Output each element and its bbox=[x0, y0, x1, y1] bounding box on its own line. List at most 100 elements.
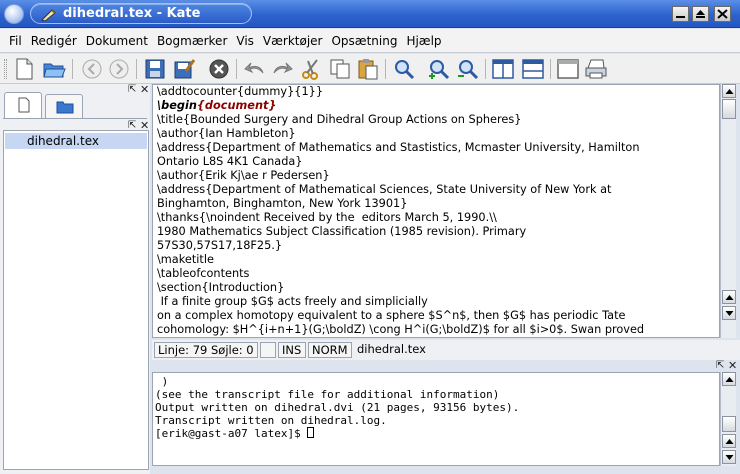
arrow-down-icon bbox=[725, 455, 734, 460]
back-arrow-icon[interactable] bbox=[80, 57, 104, 81]
window-title: dihedral.tex - Kate bbox=[63, 6, 201, 21]
open-folder-icon[interactable] bbox=[42, 57, 66, 81]
print-icon[interactable] bbox=[584, 57, 608, 81]
title-bar[interactable]: dihedral.tex - Kate bbox=[0, 0, 740, 28]
code-line: \section{Introduction} bbox=[157, 281, 285, 294]
menu-fil[interactable]: Fil bbox=[9, 34, 22, 48]
insert-mode[interactable]: INS bbox=[278, 342, 306, 358]
close-document-icon[interactable] bbox=[207, 57, 231, 81]
terminal-undock-icon[interactable]: ⇱ bbox=[716, 360, 724, 371]
toolbar-separator bbox=[385, 59, 386, 79]
menu-opsaetning[interactable]: Opsætning bbox=[331, 34, 397, 48]
edit-mode[interactable]: NORM bbox=[308, 342, 352, 358]
arrow-up-icon bbox=[725, 377, 734, 382]
code-line: \title{Bounded Surgery and Dihedral Grou… bbox=[157, 113, 522, 126]
status-filename: dihedral.tex bbox=[357, 342, 426, 356]
tab-documents[interactable] bbox=[4, 92, 42, 118]
code-line-begin: \begin{document} bbox=[157, 99, 276, 113]
code-line: \maketitle bbox=[157, 253, 214, 266]
scroll-down-button[interactable] bbox=[722, 450, 736, 464]
arrow-down-icon bbox=[725, 311, 734, 316]
window-icon[interactable] bbox=[556, 57, 580, 81]
menu-vaerktojer[interactable]: Værktøjer bbox=[263, 34, 323, 48]
menu-vis[interactable]: Vis bbox=[236, 34, 254, 48]
begin-keyword: \begin bbox=[157, 99, 197, 112]
toolbar-grip[interactable] bbox=[4, 59, 7, 79]
toolbar-separator bbox=[72, 59, 73, 79]
arrow-up-icon bbox=[725, 439, 734, 444]
redo-icon[interactable] bbox=[270, 57, 294, 81]
scroll-thumb[interactable] bbox=[722, 416, 736, 432]
forward-arrow-icon[interactable] bbox=[107, 57, 131, 81]
cursor-position: Linje: 79 Søjle: 0 bbox=[154, 342, 258, 358]
window-menu-button[interactable] bbox=[4, 4, 24, 24]
editor-scrollbar[interactable] bbox=[720, 84, 736, 338]
terminal-line: ) bbox=[155, 375, 169, 388]
sidebar-undock-icon[interactable]: ⇱ bbox=[128, 84, 136, 95]
toolbar-separator bbox=[550, 59, 551, 79]
terminal-prompt-line: [erik@gast-a07 latex]$ bbox=[155, 427, 315, 441]
main-toolbar bbox=[0, 54, 740, 84]
close-button[interactable] bbox=[714, 6, 731, 22]
maximize-button[interactable] bbox=[692, 6, 709, 22]
menu-bar: Fil Redigér Dokument Bogmærker Vis Værkt… bbox=[0, 29, 740, 53]
menu-bogmaerker[interactable]: Bogmærker bbox=[157, 34, 227, 48]
code-editor[interactable]: \addtocounter{dummy}{1}} \begin{document… bbox=[152, 84, 720, 338]
scroll-page-up-button[interactable] bbox=[722, 434, 736, 448]
terminal-line: Output written on dihedral.dvi (21 pages… bbox=[155, 401, 520, 414]
code-line: Ontario L8S 4K1 Canada} bbox=[157, 155, 303, 168]
save-icon[interactable] bbox=[143, 57, 167, 81]
title-pill: dihedral.tex - Kate bbox=[30, 3, 252, 24]
code-line: 57S30,57S17,18F25.} bbox=[157, 239, 283, 252]
terminal-prompt: [erik@gast-a07 latex]$ bbox=[155, 427, 308, 440]
terminal-header: ⇱ ✕ bbox=[152, 359, 740, 372]
document-icon bbox=[18, 97, 30, 113]
toolbar-separator bbox=[236, 59, 237, 79]
modified-indicator bbox=[260, 342, 276, 358]
code-line: \address{Department of Mathematical Scie… bbox=[157, 183, 612, 196]
terminal-panel[interactable]: ) (see the transcript file for additiona… bbox=[152, 372, 720, 466]
terminal-line: (see the transcript file for additional … bbox=[155, 388, 500, 401]
arrow-up-icon bbox=[725, 89, 734, 94]
close-icon bbox=[717, 9, 728, 19]
scroll-up-button[interactable] bbox=[722, 372, 736, 386]
new-document-icon[interactable] bbox=[12, 57, 36, 81]
split-horizontal-icon[interactable] bbox=[521, 57, 545, 81]
zoom-in-icon[interactable] bbox=[427, 57, 451, 81]
code-line: \author{Ian Hambleton} bbox=[157, 127, 296, 140]
zoom-out-icon[interactable] bbox=[456, 57, 480, 81]
split-vertical-icon[interactable] bbox=[491, 57, 515, 81]
cut-icon[interactable] bbox=[299, 57, 323, 81]
status-bar: Linje: 79 Søjle: 0 INS NORM dihedral.tex bbox=[152, 340, 740, 360]
terminal-close-icon[interactable]: ✕ bbox=[728, 359, 737, 372]
sidebar-close-icon[interactable]: ✕ bbox=[140, 83, 149, 96]
tab-filesystem[interactable] bbox=[45, 94, 83, 118]
begin-argument: {document} bbox=[196, 99, 277, 112]
code-line: 1980 Mathematics Subject Classification … bbox=[157, 225, 527, 238]
kate-app-icon bbox=[41, 9, 56, 22]
copy-icon[interactable] bbox=[328, 57, 352, 81]
code-line: \address{Department of Mathematics and S… bbox=[157, 141, 640, 154]
find-icon[interactable] bbox=[392, 57, 416, 81]
terminal-scrollbar[interactable] bbox=[720, 372, 736, 466]
scroll-page-up-button[interactable] bbox=[722, 290, 736, 304]
menu-rediger[interactable]: Redigér bbox=[31, 34, 77, 48]
file-list: dihedral.tex bbox=[3, 130, 149, 470]
scroll-thumb[interactable] bbox=[722, 99, 736, 119]
menu-dokument[interactable]: Dokument bbox=[86, 34, 148, 48]
terminal-line: Transcript written on dihedral.log. bbox=[155, 414, 387, 427]
scroll-up-button[interactable] bbox=[722, 84, 736, 98]
save-as-icon[interactable] bbox=[172, 57, 196, 81]
minimize-button[interactable] bbox=[672, 6, 689, 22]
toolbar-separator bbox=[136, 59, 137, 79]
arrow-up-icon bbox=[725, 295, 734, 300]
folder-icon bbox=[56, 101, 74, 114]
toolbar-separator bbox=[485, 59, 486, 79]
code-line: \addtocounter{dummy}{1}} bbox=[157, 85, 324, 98]
minimize-icon bbox=[676, 16, 685, 18]
menu-hjaelp[interactable]: Hjælp bbox=[406, 34, 441, 48]
list-item[interactable]: dihedral.tex bbox=[5, 133, 147, 149]
undo-icon[interactable] bbox=[243, 57, 267, 81]
paste-icon[interactable] bbox=[356, 57, 380, 81]
scroll-down-button[interactable] bbox=[722, 306, 736, 320]
